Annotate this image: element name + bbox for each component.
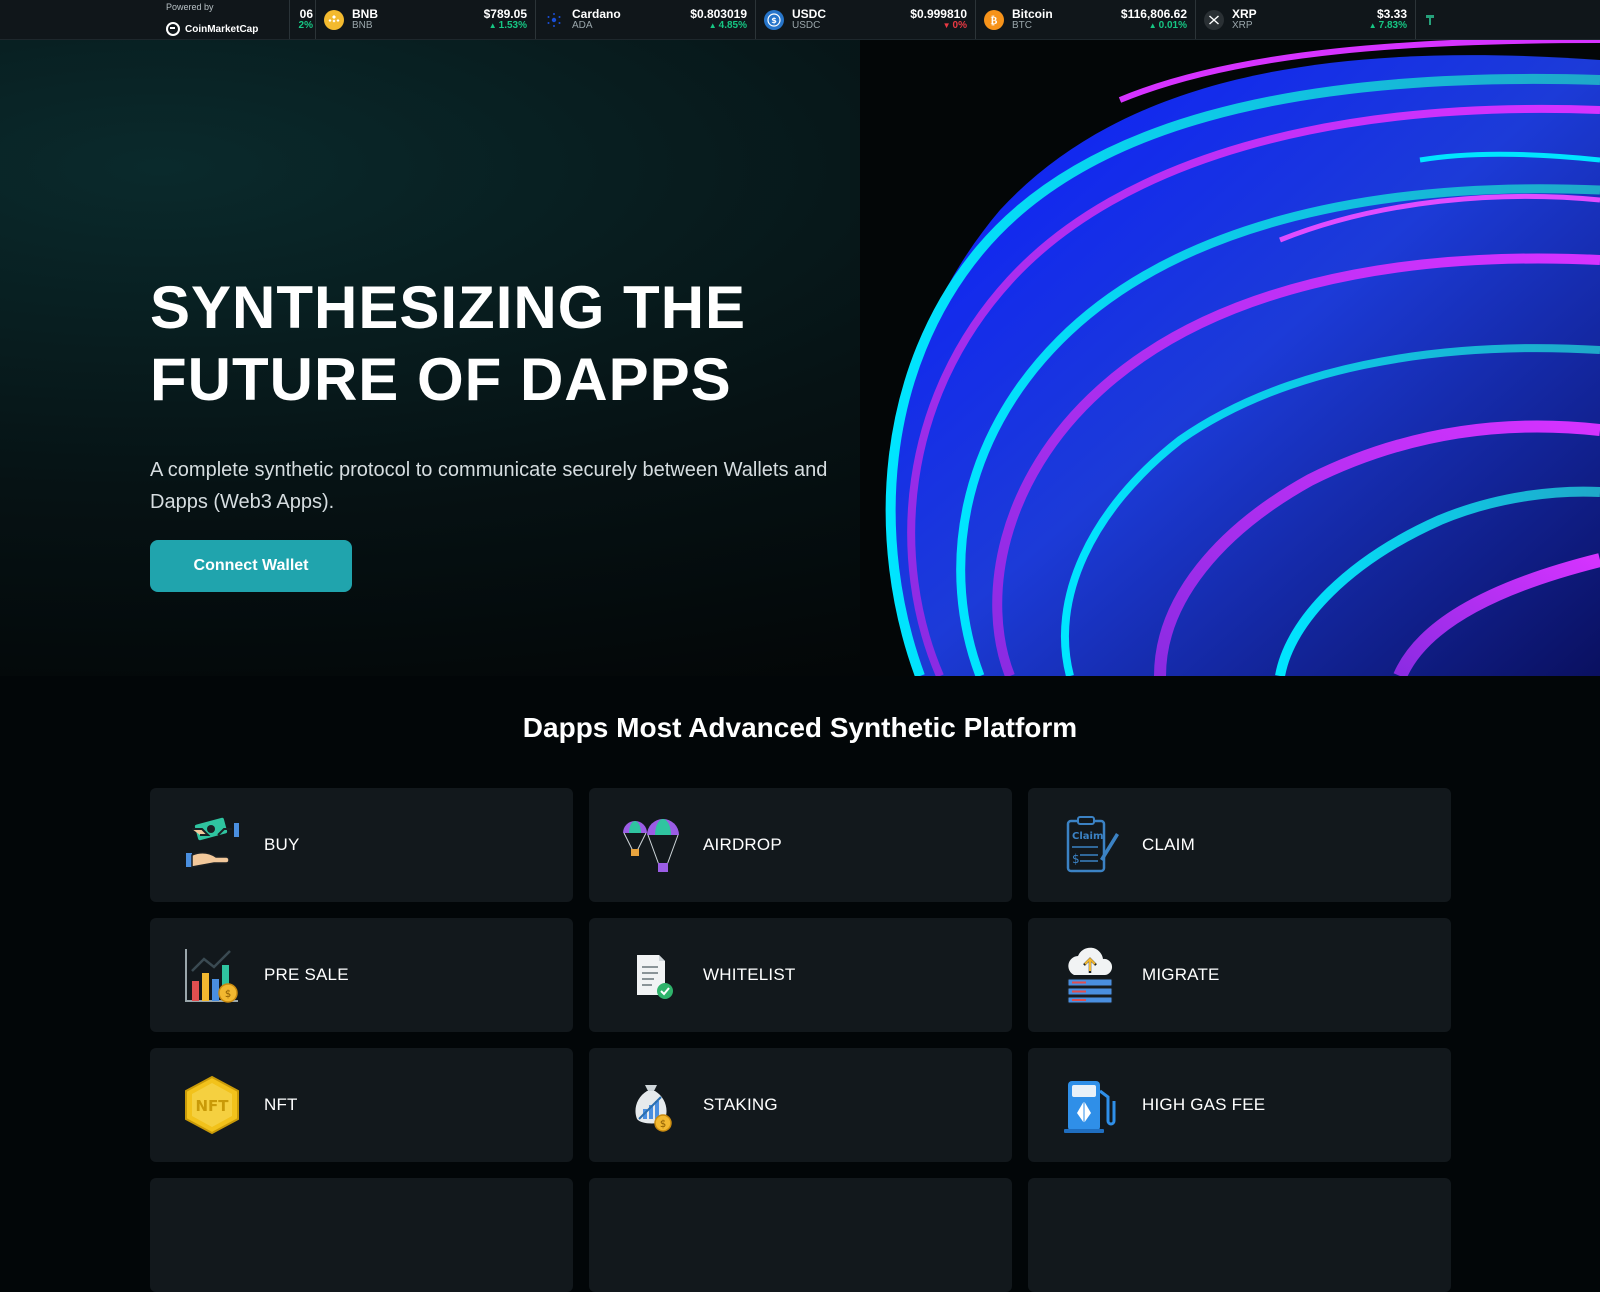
crypto-price-ticker: 06 2% BNB BNB $789.05 1.53% Cardano	[0, 0, 1600, 40]
parachute-icon	[619, 813, 683, 877]
feature-card-more-2[interactable]	[589, 1178, 1012, 1292]
hero-abstract-swirl-image	[860, 40, 1600, 676]
ticker-coin-name: USDC	[792, 7, 827, 21]
xrp-coin-icon	[1204, 10, 1224, 30]
svg-text:$: $	[771, 16, 777, 25]
svg-text:₿: ₿	[991, 15, 998, 26]
hero-subtitle: A complete synthetic protocol to communi…	[150, 459, 828, 513]
coinmarketcap-brand: CoinMarketCap	[185, 23, 259, 35]
ticker-item-bnb[interactable]: BNB BNB $789.05 1.53%	[316, 0, 536, 39]
ticker-item-cardano[interactable]: Cardano ADA $0.803019 4.85%	[536, 0, 756, 39]
feature-card-migrate[interactable]: MIGRATE	[1028, 918, 1451, 1032]
svg-text:NFT: NFT	[195, 1097, 229, 1115]
feature-card-claim[interactable]: Claim $ CLAIM	[1028, 788, 1451, 902]
ticker-item-usdc[interactable]: $ USDC USDC $0.999810 0%	[756, 0, 976, 39]
powered-by-label: Powered by	[166, 2, 214, 12]
powered-by-coinmarketcap[interactable]: Powered by CoinMarketCap	[150, 0, 290, 39]
ticker-price: $0.803019	[690, 7, 747, 21]
feature-card-high-gas-fee[interactable]: HIGH GAS FEE	[1028, 1048, 1451, 1162]
ticker-change: 0%	[910, 20, 967, 32]
ticker-change: 7.83%	[1369, 20, 1407, 32]
svg-text:$: $	[660, 1119, 666, 1130]
coinmarketcap-logo-icon	[166, 22, 180, 36]
features-grid: BUY AIRDROP Claim $ CLAIM $ PRE SALE WHI…	[150, 788, 1451, 1292]
ticker-item-xrp[interactable]: XRP XRP $3.33 7.83%	[1196, 0, 1416, 39]
ticker-price: $116,806.62	[1120, 7, 1187, 21]
feature-label: PRE SALE	[264, 965, 349, 984]
bar-chart-coin-icon: $	[180, 943, 244, 1007]
ticker-coin-symbol: BTC	[1012, 20, 1032, 31]
feature-card-staking[interactable]: $ STAKING	[589, 1048, 1012, 1162]
ticker-coin-symbol: ADA	[572, 20, 593, 31]
feature-label: HIGH GAS FEE	[1142, 1095, 1266, 1114]
ticker-price: $0.999810	[910, 7, 967, 21]
ticker-coin-symbol: USDC	[792, 20, 821, 31]
feature-label: AIRDROP	[703, 835, 782, 854]
ticker-price: 06	[299, 7, 313, 21]
ticker-change: 4.85%	[690, 20, 747, 32]
ticker-price: $789.05	[483, 7, 527, 21]
ticker-coin-name: XRP	[1232, 7, 1257, 21]
svg-text:Claim: Claim	[1072, 831, 1103, 842]
ticker-change: 0.01%	[1121, 20, 1187, 32]
ticker-coin-symbol: XRP	[1232, 20, 1253, 31]
usdc-coin-icon: $	[764, 10, 784, 30]
ticker-item-partial[interactable]: 06 2%	[290, 0, 316, 39]
feature-card-more-1[interactable]	[150, 1178, 573, 1292]
feature-label: STAKING	[703, 1095, 778, 1114]
feature-card-nft[interactable]: NFT NFT	[150, 1048, 573, 1162]
ticker-item-bitcoin[interactable]: ₿ Bitcoin BTC $116,806.62 0.01%	[976, 0, 1196, 39]
feature-label: BUY	[264, 835, 300, 854]
features-section-title: Dapps Most Advanced Synthetic Platform	[522, 712, 1078, 743]
ticker-track: 06 2% BNB BNB $789.05 1.53% Cardano	[290, 0, 1456, 39]
ticker-coin-name: Bitcoin	[1012, 7, 1053, 21]
feature-label: CLAIM	[1142, 835, 1195, 854]
ticker-price: $3.33	[1376, 7, 1407, 21]
handshake-money-icon	[180, 813, 244, 877]
ticker-coin-name: Cardano	[572, 7, 621, 21]
feature-card-presale[interactable]: $ PRE SALE	[150, 918, 573, 1032]
claim-form-icon: Claim $	[1058, 813, 1122, 877]
hero-text-block: SYNTHESIZING THE FUTURE OF DAPPS A compl…	[150, 272, 850, 592]
feature-card-whitelist[interactable]: WHITELIST	[589, 918, 1012, 1032]
hero-title-line-1: SYNTHESIZING THE	[150, 274, 747, 341]
hero-title: SYNTHESIZING THE FUTURE OF DAPPS	[150, 272, 850, 416]
feature-label: WHITELIST	[703, 965, 796, 984]
bnb-coin-icon	[324, 10, 344, 30]
connect-wallet-button[interactable]: Connect Wallet	[150, 540, 352, 592]
tether-coin-icon	[1424, 10, 1436, 30]
feature-card-airdrop[interactable]: AIRDROP	[589, 788, 1012, 902]
svg-text:$: $	[1072, 852, 1080, 866]
cloud-upload-server-icon	[1058, 943, 1122, 1007]
ticker-change: 2%	[298, 20, 313, 31]
feature-label: MIGRATE	[1142, 965, 1220, 984]
svg-text:$: $	[225, 989, 231, 1000]
feature-label: NFT	[264, 1095, 298, 1114]
document-check-icon	[619, 943, 683, 1007]
cardano-coin-icon	[544, 10, 564, 30]
hero-title-line-2: FUTURE OF DAPPS	[150, 346, 732, 413]
gas-pump-icon	[1058, 1073, 1122, 1137]
feature-card-more-3[interactable]	[1028, 1178, 1451, 1292]
ticker-coin-symbol: BNB	[352, 20, 373, 31]
ticker-coin-name: BNB	[352, 7, 378, 21]
bitcoin-coin-icon: ₿	[984, 10, 1004, 30]
money-bag-chart-icon: $	[619, 1073, 683, 1137]
hero-section: SYNTHESIZING THE FUTURE OF DAPPS A compl…	[0, 40, 1600, 676]
nft-hexagon-icon: NFT	[180, 1073, 244, 1137]
ticker-change: 1.53%	[484, 20, 527, 32]
ticker-item-next[interactable]	[1416, 0, 1456, 39]
feature-card-buy[interactable]: BUY	[150, 788, 573, 902]
